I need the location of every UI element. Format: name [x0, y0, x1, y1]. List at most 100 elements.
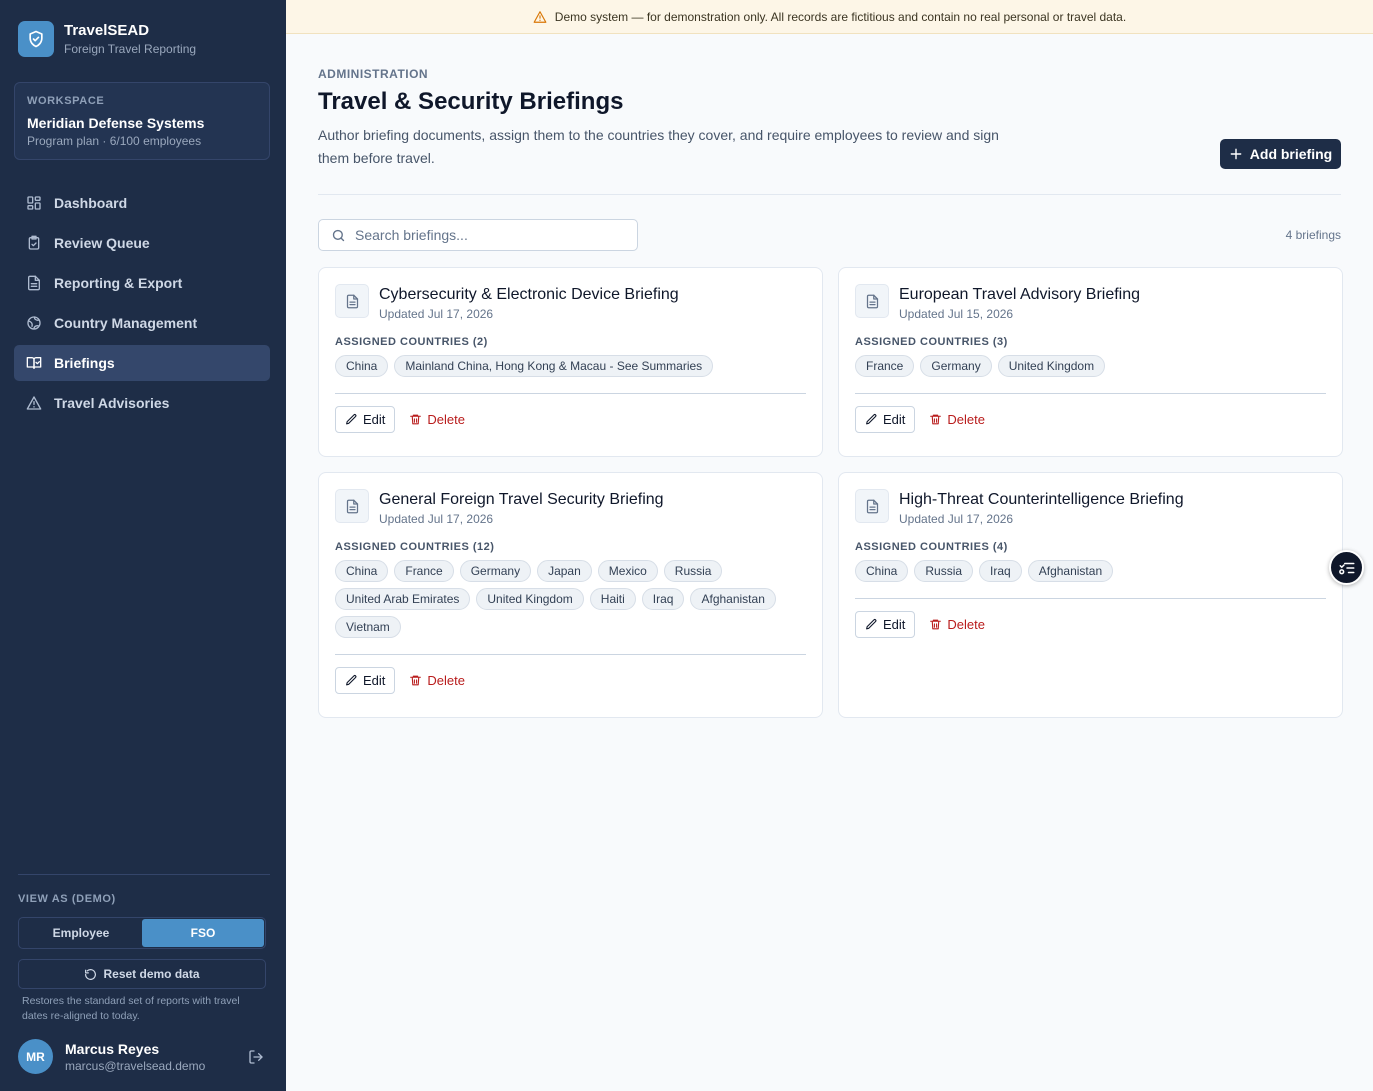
sidebar-nav: Dashboard Review Queue Reporting & Expor…: [14, 185, 270, 425]
document-icon: [855, 489, 889, 523]
country-chip: Haiti: [589, 588, 636, 610]
edit-label: Edit: [883, 412, 906, 427]
logout-icon[interactable]: [248, 1049, 264, 1070]
delete-button[interactable]: Delete: [405, 667, 469, 694]
pencil-icon: [865, 618, 878, 631]
card-actions: Edit Delete: [855, 611, 1326, 638]
country-chips: China Russia Iraq Afghanistan: [855, 560, 1326, 582]
card-divider: [855, 393, 1326, 394]
floating-menu-button[interactable]: [1329, 550, 1364, 585]
delete-button[interactable]: Delete: [925, 406, 989, 433]
card-header: Cybersecurity & Electronic Device Briefi…: [335, 284, 806, 321]
briefing-card: Cybersecurity & Electronic Device Briefi…: [318, 267, 823, 457]
workspace-name: Meridian Defense Systems: [27, 115, 205, 131]
reset-demo-label: Reset demo data: [103, 967, 200, 981]
sidebar: TravelSEAD Foreign Travel Reporting WORK…: [0, 0, 286, 1091]
country-chip: Iraq: [979, 560, 1022, 582]
sidebar-item-travel-advisories[interactable]: Travel Advisories: [14, 385, 270, 421]
search-icon: [332, 229, 345, 241]
assigned-countries-label: ASSIGNED COUNTRIES (4): [855, 541, 1008, 553]
briefing-card: High-Threat Counterintelligence Briefing…: [838, 472, 1343, 718]
view-as-label: VIEW AS (DEMO): [18, 893, 116, 905]
user-email: marcus@travelsead.demo: [65, 1058, 206, 1073]
edit-button[interactable]: Edit: [855, 611, 916, 638]
edit-label: Edit: [363, 673, 386, 688]
card-header: High-Threat Counterintelligence Briefing…: [855, 489, 1326, 526]
country-chip: China: [855, 560, 909, 582]
assigned-countries-label: ASSIGNED COUNTRIES (2): [335, 336, 488, 348]
card-actions: Edit Delete: [855, 406, 1326, 433]
sidebar-item-label: Briefings: [54, 355, 115, 371]
refresh-icon: [85, 968, 97, 980]
warning-icon: [533, 10, 547, 23]
search-input[interactable]: [355, 227, 615, 243]
card-divider: [335, 393, 806, 394]
briefing-card: General Foreign Travel Security Briefing…: [318, 472, 823, 718]
list-settings-icon: [1338, 562, 1354, 574]
sidebar-item-review-queue[interactable]: Review Queue: [14, 225, 270, 261]
brand[interactable]: TravelSEAD Foreign Travel Reporting: [18, 21, 196, 57]
briefing-title[interactable]: General Foreign Travel Security Briefing: [379, 490, 664, 510]
add-briefing-button[interactable]: Add briefing: [1220, 139, 1341, 169]
country-chip: United Kingdom: [476, 588, 584, 610]
workspace-card: WORKSPACE Meridian Defense Systems Progr…: [14, 82, 270, 160]
country-chip: Iraq: [641, 588, 685, 610]
sidebar-item-label: Dashboard: [54, 195, 128, 211]
user-name: Marcus Reyes: [65, 1040, 160, 1057]
briefing-title[interactable]: European Travel Advisory Briefing: [899, 285, 1140, 305]
document-icon: [855, 284, 889, 318]
briefings-count: 4 briefings: [1285, 228, 1341, 242]
briefing-title[interactable]: Cybersecurity & Electronic Device Briefi…: [379, 285, 679, 305]
delete-label: Delete: [947, 412, 985, 427]
pencil-icon: [865, 413, 878, 426]
add-briefing-label: Add briefing: [1249, 146, 1333, 162]
pencil-icon: [345, 674, 358, 687]
card-actions: Edit Delete: [335, 667, 806, 694]
sidebar-item-country-management[interactable]: Country Management: [14, 305, 270, 341]
trash-icon: [409, 674, 422, 687]
assigned-countries-label: ASSIGNED COUNTRIES (3): [855, 336, 1008, 348]
edit-button[interactable]: Edit: [855, 406, 916, 433]
brand-subtitle: Foreign Travel Reporting: [64, 41, 197, 56]
sidebar-item-reporting-export[interactable]: Reporting & Export: [14, 265, 270, 301]
country-chip: Germany: [920, 355, 992, 377]
user-profile: MR Marcus Reyes marcus@travelsead.demo: [18, 1039, 268, 1074]
country-chip: United Kingdom: [997, 355, 1106, 377]
sidebar-item-briefings[interactable]: Briefings: [14, 345, 270, 381]
card-header: General Foreign Travel Security Briefing…: [335, 489, 806, 526]
country-chip: Mexico: [597, 560, 658, 582]
avatar[interactable]: MR: [18, 1039, 53, 1074]
trash-icon: [409, 413, 422, 426]
delete-button[interactable]: Delete: [925, 611, 989, 638]
sidebar-divider: [18, 874, 270, 875]
sidebar-item-label: Country Management: [54, 315, 198, 331]
country-chip: Russia: [663, 560, 723, 582]
delete-button[interactable]: Delete: [405, 406, 469, 433]
country-chip: France: [394, 560, 454, 582]
country-chip: Mainland China, Hong Kong & Macau - See …: [394, 355, 714, 377]
edit-button[interactable]: Edit: [335, 667, 396, 694]
page-title: Travel & Security Briefings: [318, 88, 624, 115]
country-chips: China France Germany Japan Mexico Russia Unite…: [335, 560, 806, 638]
sidebar-item-label: Review Queue: [54, 235, 150, 251]
reset-demo-button[interactable]: Reset demo data: [18, 959, 266, 989]
sidebar-item-label: Reporting & Export: [54, 275, 183, 291]
edit-label: Edit: [883, 617, 906, 632]
shield-check-icon: [18, 21, 54, 57]
card-divider: [335, 654, 806, 655]
reset-note: Restores the standard set of reports wit…: [22, 995, 240, 1022]
briefing-updated: Updated Jul 17, 2026: [899, 512, 1014, 526]
country-chip: United Arab Emirates: [335, 588, 471, 610]
dashboard-icon: [27, 196, 41, 210]
view-as-toggle: Employee FSO: [18, 917, 266, 949]
warning-icon: [26, 396, 42, 410]
country-chip: Vietnam: [335, 616, 401, 638]
view-as-employee-button[interactable]: Employee: [20, 919, 142, 947]
briefing-title[interactable]: High-Threat Counterintelligence Briefing: [899, 490, 1184, 510]
edit-button[interactable]: Edit: [335, 406, 396, 433]
view-as-fso-button[interactable]: FSO: [142, 919, 264, 947]
sidebar-item-dashboard[interactable]: Dashboard: [14, 185, 270, 221]
country-chips: China Mainland China, Hong Kong & Macau -…: [335, 355, 806, 377]
book-check-icon: [26, 357, 42, 369]
card-header: European Travel Advisory Briefing Update…: [855, 284, 1326, 321]
